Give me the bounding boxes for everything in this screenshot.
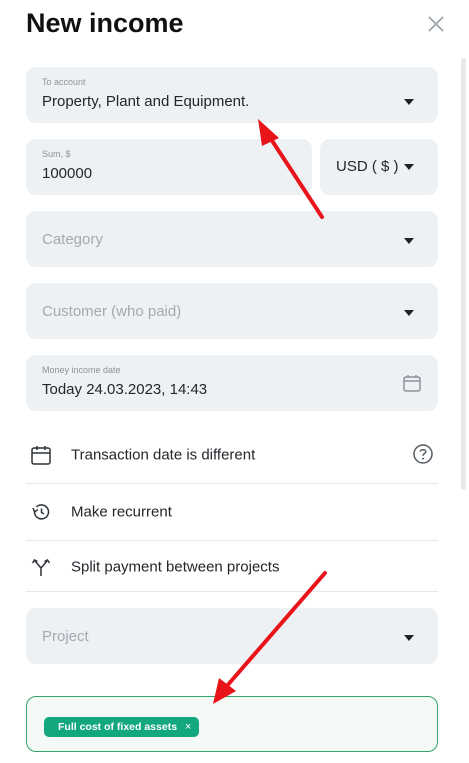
- income-date-input[interactable]: Money income date Today 24.03.2023, 14:4…: [26, 355, 438, 411]
- income-date-value: Today 24.03.2023, 14:43: [42, 381, 208, 398]
- customer-placeholder: Customer (who paid): [42, 303, 182, 320]
- dropdown-caret-icon: [404, 238, 414, 244]
- tags-input[interactable]: Full cost of fixed assets ×: [26, 696, 438, 752]
- divider: [26, 591, 438, 592]
- split-icon: [31, 559, 51, 576]
- split-payment-label: Split payment between projects: [71, 558, 280, 576]
- divider: [26, 483, 438, 484]
- dropdown-caret-icon: [404, 310, 414, 316]
- category-placeholder: Category: [42, 231, 103, 248]
- transaction-date-option[interactable]: Transaction date is different: [26, 428, 438, 482]
- tag-chip: Full cost of fixed assets ×: [44, 717, 200, 737]
- scrollbar[interactable]: [461, 58, 466, 490]
- income-date-label: Money income date: [42, 365, 121, 375]
- customer-select[interactable]: Customer (who paid): [26, 283, 438, 339]
- help-icon[interactable]: [412, 443, 434, 465]
- tag-label: Full cost of fixed assets: [58, 721, 178, 733]
- make-recurrent-option[interactable]: Make recurrent: [26, 485, 438, 539]
- dropdown-caret-icon: [404, 99, 414, 105]
- sum-value: 100000: [42, 165, 93, 182]
- make-recurrent-label: Make recurrent: [71, 503, 172, 521]
- currency-value: USD ( $ ): [336, 158, 399, 175]
- sum-input[interactable]: Sum, $ 100000: [26, 139, 312, 195]
- split-payment-option[interactable]: Split payment between projects: [26, 540, 438, 594]
- project-select[interactable]: Project: [26, 608, 438, 664]
- to-account-select[interactable]: To account Property, Plant and Equipment…: [26, 67, 438, 123]
- currency-select[interactable]: USD ( $ ): [320, 139, 438, 195]
- to-account-value: Property, Plant and Equipment.: [42, 93, 250, 110]
- close-icon[interactable]: [426, 14, 446, 34]
- history-icon: [32, 504, 50, 520]
- category-select[interactable]: Category: [26, 211, 438, 267]
- page-title: New income: [26, 8, 184, 38]
- calendar-icon[interactable]: [402, 373, 422, 393]
- tag-remove-icon[interactable]: ×: [185, 721, 191, 733]
- project-placeholder: Project: [42, 628, 89, 645]
- to-account-label: To account: [42, 77, 86, 87]
- transaction-date-label: Transaction date is different: [71, 446, 256, 464]
- dropdown-caret-icon: [404, 164, 414, 170]
- sum-label: Sum, $: [42, 149, 71, 159]
- calendar-icon: [31, 446, 51, 465]
- dropdown-caret-icon: [404, 635, 414, 641]
